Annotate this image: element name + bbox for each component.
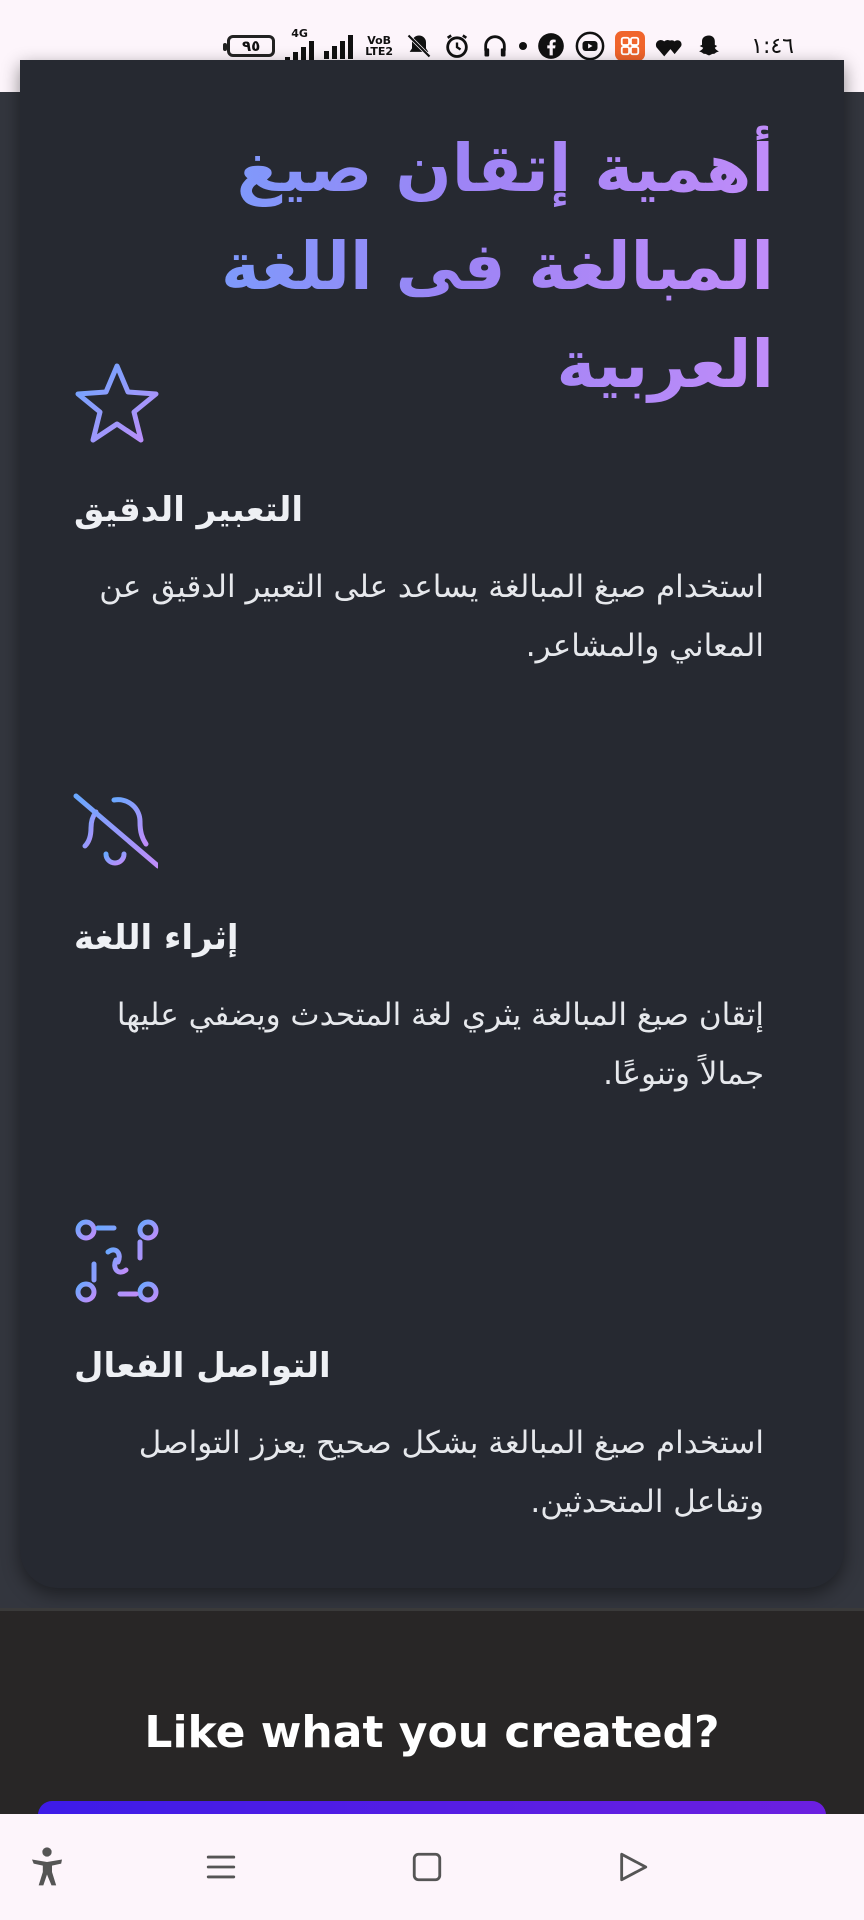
mute-icon [405, 32, 433, 60]
feature-effective-communication: التواصل الفعال استخدام صيغ المبالغة بشكل… [74, 1218, 774, 1520]
home-icon[interactable] [402, 1842, 452, 1892]
bell-off-icon [73, 793, 158, 869]
volte-icon: VoB LTE2 [363, 35, 395, 57]
headphones-icon [481, 32, 509, 60]
feature-precise-expression: التعبير الدقيق استخدام صيغ المبالغة يساع… [74, 362, 774, 664]
feature-heading: التعبير الدقيق [74, 490, 304, 530]
snapchat-icon [695, 32, 723, 60]
youtube-icon [575, 31, 605, 61]
clock: ١:٤٦ [751, 33, 794, 59]
feature-text: استخدام صيغ المبالغة يساعد على التعبير ا… [99, 569, 764, 664]
signal-icon [324, 33, 354, 59]
dot-icon [519, 42, 528, 50]
connections-icon [75, 1219, 159, 1303]
back-icon[interactable] [608, 1842, 658, 1892]
feature-language-enrichment: إثراء اللغة إتقان صيغ المبالغة يثري لغة … [73, 790, 774, 1092]
feature-heading: إثراء اللغة [74, 918, 239, 958]
system-nav-bar [0, 1814, 864, 1920]
cta-heading: Like what you created? [144, 1707, 720, 1758]
star-icon [75, 363, 159, 443]
feature-heading: التواصل الفعال [74, 1346, 331, 1386]
battery-level: ٩٥ [241, 37, 261, 55]
network-type: 4G [291, 26, 308, 40]
app-icon [615, 31, 646, 61]
feature-text: استخدام صيغ المبالغة بشكل صحيح يعزز التو… [138, 1425, 764, 1520]
volte-label: VoB LTE2 [365, 34, 394, 58]
hearts-icon [655, 32, 685, 60]
recent-apps-icon[interactable] [196, 1842, 246, 1892]
battery-icon: ٩٥ [223, 35, 276, 57]
feature-text: إتقان صيغ المبالغة يثري لغة المتحدث ويضف… [116, 997, 764, 1092]
signal-4g-icon: 4G [285, 26, 315, 65]
accessibility-icon[interactable] [22, 1842, 72, 1892]
facebook-icon [537, 32, 565, 60]
alarm-icon [443, 32, 471, 60]
